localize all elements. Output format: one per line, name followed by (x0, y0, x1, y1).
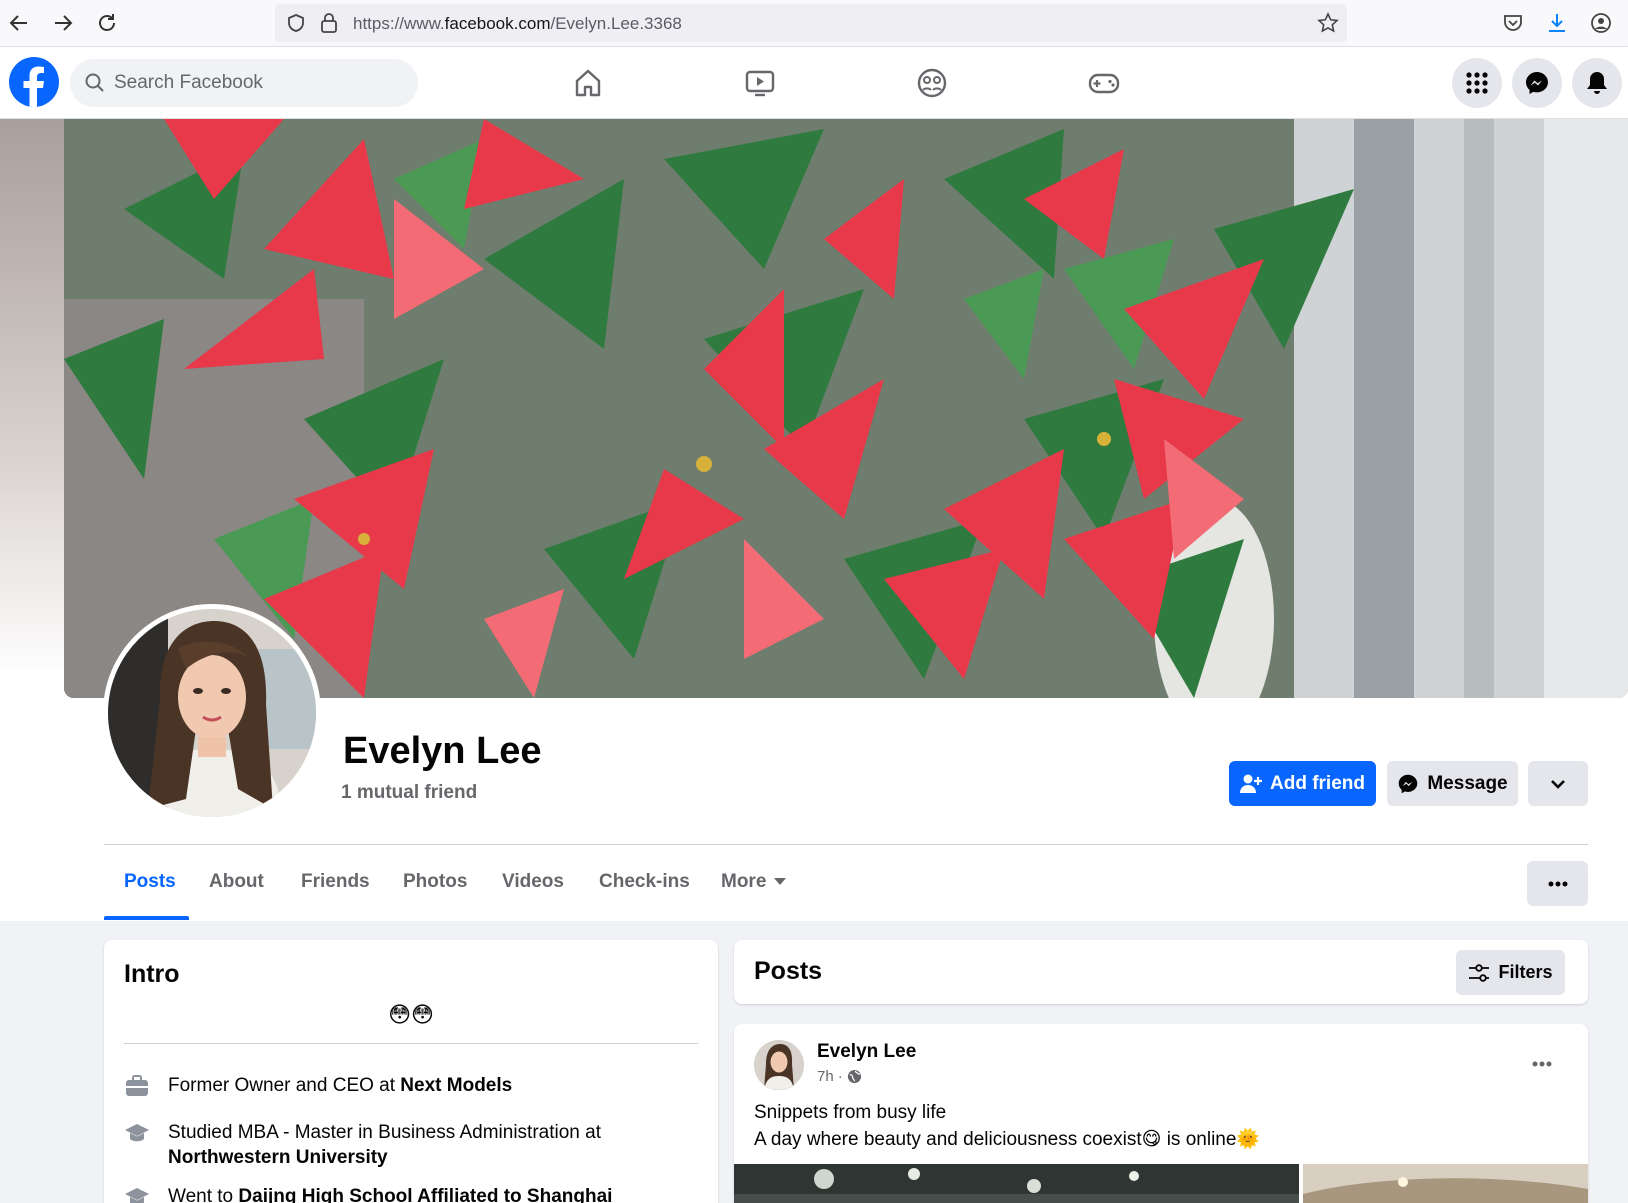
tab-about[interactable]: About (209, 871, 264, 893)
briefcase-icon (126, 1075, 148, 1096)
facebook-logo-icon[interactable] (9, 57, 59, 107)
url-domain: facebook.com (444, 14, 551, 33)
forward-button[interactable] (48, 8, 78, 38)
post-text-line-1: Snippets from busy life (754, 1102, 947, 1123)
profile-portrait-image (108, 609, 316, 817)
notifications-button[interactable] (1572, 58, 1622, 108)
back-button[interactable] (4, 8, 34, 38)
menu-grid-button[interactable] (1452, 58, 1502, 108)
profile-picture[interactable] (103, 604, 321, 822)
graduation-cap-icon (125, 1188, 149, 1203)
divider (104, 844, 1588, 845)
search-placeholder: Search Facebook (114, 72, 263, 93)
graduation-cap-icon (125, 1124, 149, 1142)
active-tab-indicator (104, 916, 189, 920)
post-image (1303, 1164, 1588, 1203)
gaming-nav-icon[interactable] (1078, 57, 1130, 109)
url-prefix: https://www. (353, 14, 445, 33)
tab-more-label: More (721, 871, 767, 892)
work-place-link[interactable]: Next Models (400, 1075, 512, 1096)
messenger-icon (1399, 774, 1418, 793)
lock-icon (321, 13, 337, 33)
poinsettia-cover-image (64, 119, 1628, 698)
post-author-avatar[interactable] (754, 1040, 804, 1090)
mutual-friends-link[interactable]: 1 mutual friend (341, 782, 477, 804)
tab-videos[interactable]: Videos (502, 871, 564, 893)
back-arrow-icon (9, 15, 27, 31)
intro-card: Intro 😳😳 Former Owner and CEO at Next Mo… (104, 940, 718, 1203)
bookmark-star-icon[interactable] (1317, 12, 1339, 34)
filters-button[interactable]: Filters (1456, 950, 1565, 995)
avatar (108, 609, 316, 817)
add-person-icon (1240, 774, 1262, 793)
bio-divider (124, 1043, 698, 1044)
home-nav-icon[interactable] (562, 57, 614, 109)
browser-toolbar: https://www.facebook.com/Evelyn.Lee.3368 (0, 0, 1628, 47)
intro-title: Intro (124, 960, 180, 988)
school-prefix: Went to (168, 1186, 239, 1203)
address-bar[interactable]: https://www.facebook.com/Evelyn.Lee.3368 (275, 4, 1347, 42)
video-nav-icon[interactable] (734, 57, 786, 109)
bell-icon (1587, 72, 1607, 94)
filters-icon (1469, 963, 1490, 982)
profile-options-dropdown[interactable] (1528, 761, 1588, 806)
download-icon[interactable] (1544, 10, 1570, 36)
intro-education-item: Studied MBA - Master in Business Adminis… (124, 1120, 704, 1172)
tab-posts[interactable]: Posts (124, 871, 176, 893)
intro-bio: 😳😳 (388, 1002, 434, 1027)
messenger-icon (1526, 72, 1548, 94)
study-place-link[interactable]: Northwestern University (168, 1147, 388, 1168)
meta-separator: · (837, 1068, 843, 1085)
post-card: Evelyn Lee 7h · Snippets from busy life A… (734, 1024, 1588, 1203)
profile-more-options-button[interactable] (1527, 861, 1588, 906)
shield-icon (288, 14, 304, 32)
reload-button[interactable] (92, 8, 122, 38)
message-button[interactable]: Message (1387, 761, 1518, 806)
search-input[interactable]: Search Facebook (70, 59, 418, 107)
chevron-down-icon (1551, 779, 1565, 789)
posts-title: Posts (754, 957, 823, 985)
post-meta: 7h · (817, 1068, 862, 1085)
globe-icon (847, 1069, 861, 1084)
url-path: /Evelyn.Lee.3368 (550, 14, 682, 33)
account-icon[interactable] (1588, 10, 1614, 36)
ellipsis-icon (1532, 1061, 1552, 1067)
groups-nav-icon[interactable] (906, 57, 958, 109)
school-place-link[interactable]: Daijng High School Affiliated to Shangha… (238, 1186, 612, 1203)
tab-friends[interactable]: Friends (301, 871, 370, 893)
caret-down-icon (774, 878, 787, 886)
profile-name: Evelyn Lee (343, 730, 542, 772)
posts-header-card: Posts Filters (734, 940, 1588, 1004)
post-author-name[interactable]: Evelyn Lee (817, 1041, 916, 1063)
tab-checkins[interactable]: Check-ins (599, 871, 690, 893)
post-time[interactable]: 7h (817, 1068, 834, 1085)
post-photo-1[interactable] (734, 1164, 1299, 1203)
search-icon (85, 73, 104, 92)
post-text-line-2: A day where beauty and deliciousness coe… (754, 1129, 1261, 1150)
intro-work-item: Former Owner and CEO at Next Models (124, 1073, 704, 1099)
grid-menu-icon (1466, 72, 1488, 94)
filters-label: Filters (1498, 962, 1553, 982)
post-photo-2[interactable] (1303, 1164, 1588, 1203)
post-image (734, 1164, 1299, 1203)
ellipsis-icon (1548, 881, 1567, 886)
add-friend-button[interactable]: Add friend (1229, 761, 1376, 806)
reload-icon (99, 14, 115, 31)
tab-more[interactable]: More (721, 871, 787, 893)
url-text: https://www.facebook.com/Evelyn.Lee.3368 (353, 14, 682, 34)
pocket-icon[interactable] (1500, 10, 1526, 36)
facebook-header: Search Facebook (0, 47, 1628, 119)
forward-arrow-icon (55, 15, 73, 31)
study-prefix: Studied MBA - Master in Business Adminis… (168, 1122, 601, 1143)
profile-header: Evelyn Lee 1 mutual friend Add friend Me… (0, 119, 1628, 921)
message-label: Message (1427, 772, 1508, 794)
tab-photos[interactable]: Photos (403, 871, 467, 893)
work-prefix: Former Owner and CEO at (168, 1075, 401, 1096)
author-avatar-image (754, 1040, 804, 1090)
post-options-button[interactable] (1524, 1050, 1560, 1078)
intro-school-item: Went to Daijng High School Affiliated to… (124, 1184, 704, 1203)
cover-photo[interactable] (64, 119, 1628, 698)
add-friend-label: Add friend (1270, 772, 1365, 794)
messenger-button[interactable] (1512, 58, 1562, 108)
